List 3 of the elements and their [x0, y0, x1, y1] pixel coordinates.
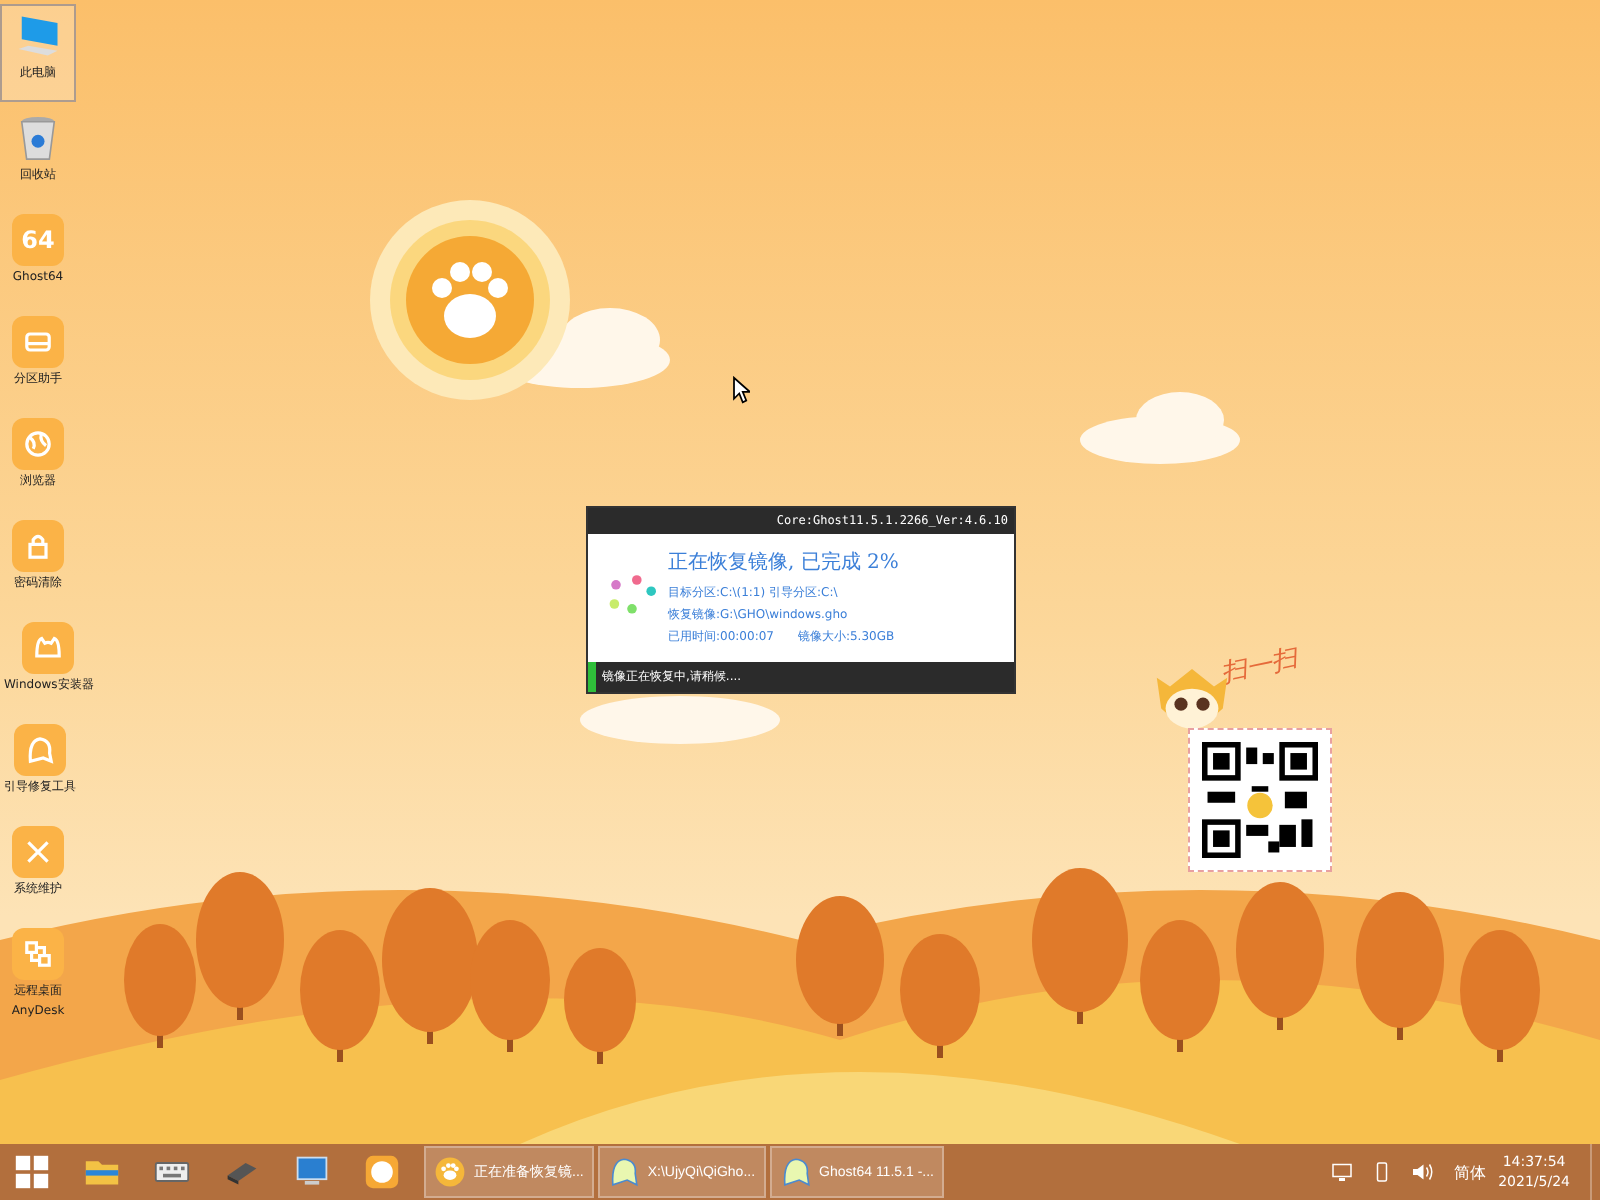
handwritten-caption: 扫一扫 [1217, 642, 1301, 692]
app-tile-icon: 64 [12, 214, 64, 266]
progress-heading: 正在恢复镜像, 已完成 2% [668, 549, 899, 575]
